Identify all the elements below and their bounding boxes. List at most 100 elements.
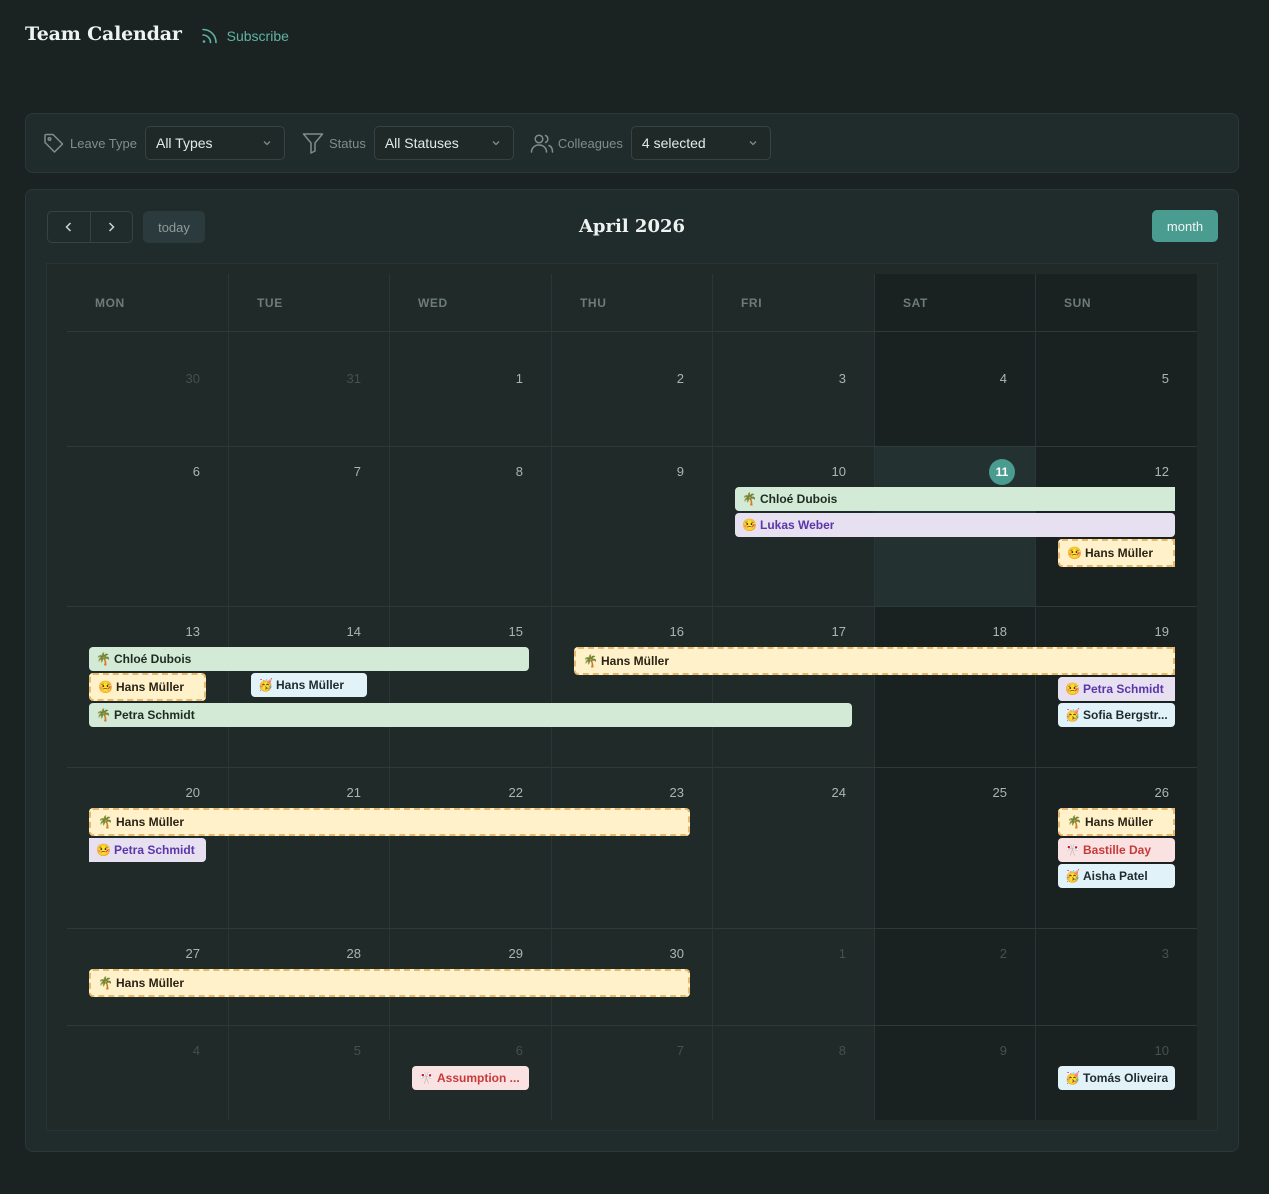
palm-tree-icon: 🌴 bbox=[98, 815, 113, 829]
event-sick-leave[interactable]: 🤒 Petra Schmidt bbox=[89, 838, 206, 862]
day-number[interactable]: 3 bbox=[1129, 946, 1169, 961]
event-pending[interactable]: 🌴 Hans Müller bbox=[89, 808, 690, 836]
week-divider bbox=[67, 606, 1197, 607]
event-sick-leave[interactable]: 🤒 Petra Schmidt bbox=[1058, 677, 1175, 701]
column-divider bbox=[874, 274, 875, 1120]
day-number[interactable]: 30 bbox=[644, 946, 684, 961]
day-number[interactable]: 6 bbox=[160, 464, 200, 479]
party-face-icon: 🥳 bbox=[1065, 708, 1080, 722]
event-vacation[interactable]: 🌴 Chloé Dubois bbox=[735, 487, 1175, 511]
event-label: Hans Müller bbox=[601, 654, 670, 668]
flags-icon: 🎌 bbox=[419, 1071, 434, 1085]
day-number[interactable]: 21 bbox=[321, 785, 361, 800]
event-pending[interactable]: 🌴 Hans Müller bbox=[89, 969, 690, 997]
event-other-leave[interactable]: 🥳 Sofia Bergstr... bbox=[1058, 703, 1175, 727]
day-number[interactable]: 26 bbox=[1129, 785, 1169, 800]
day-number[interactable]: 13 bbox=[160, 624, 200, 639]
event-label: Hans Müller bbox=[1085, 546, 1154, 560]
event-holiday[interactable]: 🎌 Assumption ... bbox=[412, 1066, 529, 1090]
party-face-icon: 🥳 bbox=[1065, 1071, 1080, 1085]
sick-face-icon: 🤒 bbox=[96, 843, 111, 857]
day-number[interactable]: 2 bbox=[967, 946, 1007, 961]
sick-face-icon: 🤒 bbox=[742, 518, 757, 532]
day-number[interactable]: 28 bbox=[321, 946, 361, 961]
sick-face-icon: 🤒 bbox=[1065, 682, 1080, 696]
day-number[interactable]: 4 bbox=[967, 371, 1007, 386]
tag-icon bbox=[44, 133, 64, 153]
weekday-header: MON bbox=[95, 296, 125, 310]
day-number[interactable]: 8 bbox=[806, 1043, 846, 1058]
event-holiday[interactable]: 🎌 Bastille Day bbox=[1058, 838, 1175, 862]
day-number[interactable]: 5 bbox=[321, 1043, 361, 1058]
day-number[interactable]: 7 bbox=[321, 464, 361, 479]
day-number[interactable]: 30 bbox=[160, 371, 200, 386]
week-divider bbox=[67, 446, 1197, 447]
event-label: Bastille Day bbox=[1083, 843, 1152, 857]
day-number[interactable]: 25 bbox=[967, 785, 1007, 800]
weekday-header: SUN bbox=[1064, 296, 1092, 310]
day-number[interactable]: 24 bbox=[806, 785, 846, 800]
day-number[interactable]: 17 bbox=[806, 624, 846, 639]
column-divider bbox=[1035, 274, 1036, 1120]
event-other-leave[interactable]: 🥳 Aisha Patel bbox=[1058, 864, 1175, 888]
day-number[interactable]: 3 bbox=[806, 371, 846, 386]
event-other-leave[interactable]: 🥳 Hans Müller bbox=[251, 673, 367, 697]
day-number[interactable]: 31 bbox=[321, 371, 361, 386]
day-number[interactable]: 7 bbox=[644, 1043, 684, 1058]
day-number[interactable]: 20 bbox=[160, 785, 200, 800]
leave-type-value: All Types bbox=[155, 135, 213, 151]
status-filter: Status All Statuses bbox=[301, 126, 514, 160]
day-number[interactable]: 19 bbox=[1129, 624, 1169, 639]
colleagues-value: 4 selected bbox=[641, 135, 706, 151]
event-other-leave[interactable]: 🥳 Tomás Oliveira bbox=[1058, 1066, 1175, 1090]
leave-type-select[interactable]: All Types bbox=[144, 126, 285, 160]
column-divider bbox=[712, 274, 713, 1120]
event-pending[interactable]: 🤒 Hans Müller bbox=[1058, 539, 1175, 567]
day-number[interactable]: 14 bbox=[321, 624, 361, 639]
event-label: Petra Schmidt bbox=[114, 843, 195, 857]
day-number[interactable]: 6 bbox=[483, 1043, 523, 1058]
event-sick-leave[interactable]: 🤒 Lukas Weber bbox=[735, 513, 1175, 537]
day-number[interactable]: 5 bbox=[1129, 371, 1169, 386]
day-number[interactable]: 27 bbox=[160, 946, 200, 961]
event-pending[interactable]: 🤒 Hans Müller bbox=[89, 673, 206, 701]
party-face-icon: 🥳 bbox=[1065, 869, 1080, 883]
day-number[interactable]: 10 bbox=[806, 464, 846, 479]
day-number[interactable]: 10 bbox=[1129, 1043, 1169, 1058]
event-label: Hans Müller bbox=[116, 976, 185, 990]
day-number[interactable]: 23 bbox=[644, 785, 684, 800]
today-badge[interactable]: 11 bbox=[989, 459, 1015, 485]
event-label: Sofia Bergstr... bbox=[1083, 708, 1168, 722]
subscribe-link[interactable]: Subscribe bbox=[200, 26, 289, 46]
day-number[interactable]: 29 bbox=[483, 946, 523, 961]
month-view-button[interactable]: month bbox=[1152, 210, 1218, 242]
palm-tree-icon: 🌴 bbox=[96, 652, 111, 666]
day-number[interactable]: 18 bbox=[967, 624, 1007, 639]
event-vacation[interactable]: 🌴 Chloé Dubois bbox=[89, 647, 529, 671]
day-number[interactable]: 2 bbox=[644, 371, 684, 386]
day-number[interactable]: 15 bbox=[483, 624, 523, 639]
weekday-header: FRI bbox=[741, 296, 763, 310]
event-label: Hans Müller bbox=[116, 680, 185, 694]
day-number[interactable]: 9 bbox=[644, 464, 684, 479]
event-label: Assumption ... bbox=[437, 1071, 520, 1085]
weekday-header: SAT bbox=[903, 296, 928, 310]
day-number[interactable]: 16 bbox=[644, 624, 684, 639]
event-pending[interactable]: 🌴 Hans Müller bbox=[1058, 808, 1175, 836]
colleagues-select[interactable]: 4 selected bbox=[630, 126, 771, 160]
day-number[interactable]: 12 bbox=[1129, 464, 1169, 479]
day-number[interactable]: 1 bbox=[483, 371, 523, 386]
flags-icon: 🎌 bbox=[1065, 843, 1080, 857]
event-label: Petra Schmidt bbox=[1083, 682, 1164, 696]
day-number[interactable]: 4 bbox=[160, 1043, 200, 1058]
day-number[interactable]: 9 bbox=[967, 1043, 1007, 1058]
palm-tree-icon: 🌴 bbox=[1067, 815, 1082, 829]
status-select[interactable]: All Statuses bbox=[373, 126, 514, 160]
day-number[interactable]: 22 bbox=[483, 785, 523, 800]
event-vacation[interactable]: 🌴 Petra Schmidt bbox=[89, 703, 852, 727]
chevron-down-icon bbox=[263, 141, 271, 146]
event-label: Chloé Dubois bbox=[760, 492, 838, 506]
event-pending[interactable]: 🌴 Hans Müller bbox=[574, 647, 1175, 675]
day-number[interactable]: 8 bbox=[483, 464, 523, 479]
day-number[interactable]: 1 bbox=[806, 946, 846, 961]
